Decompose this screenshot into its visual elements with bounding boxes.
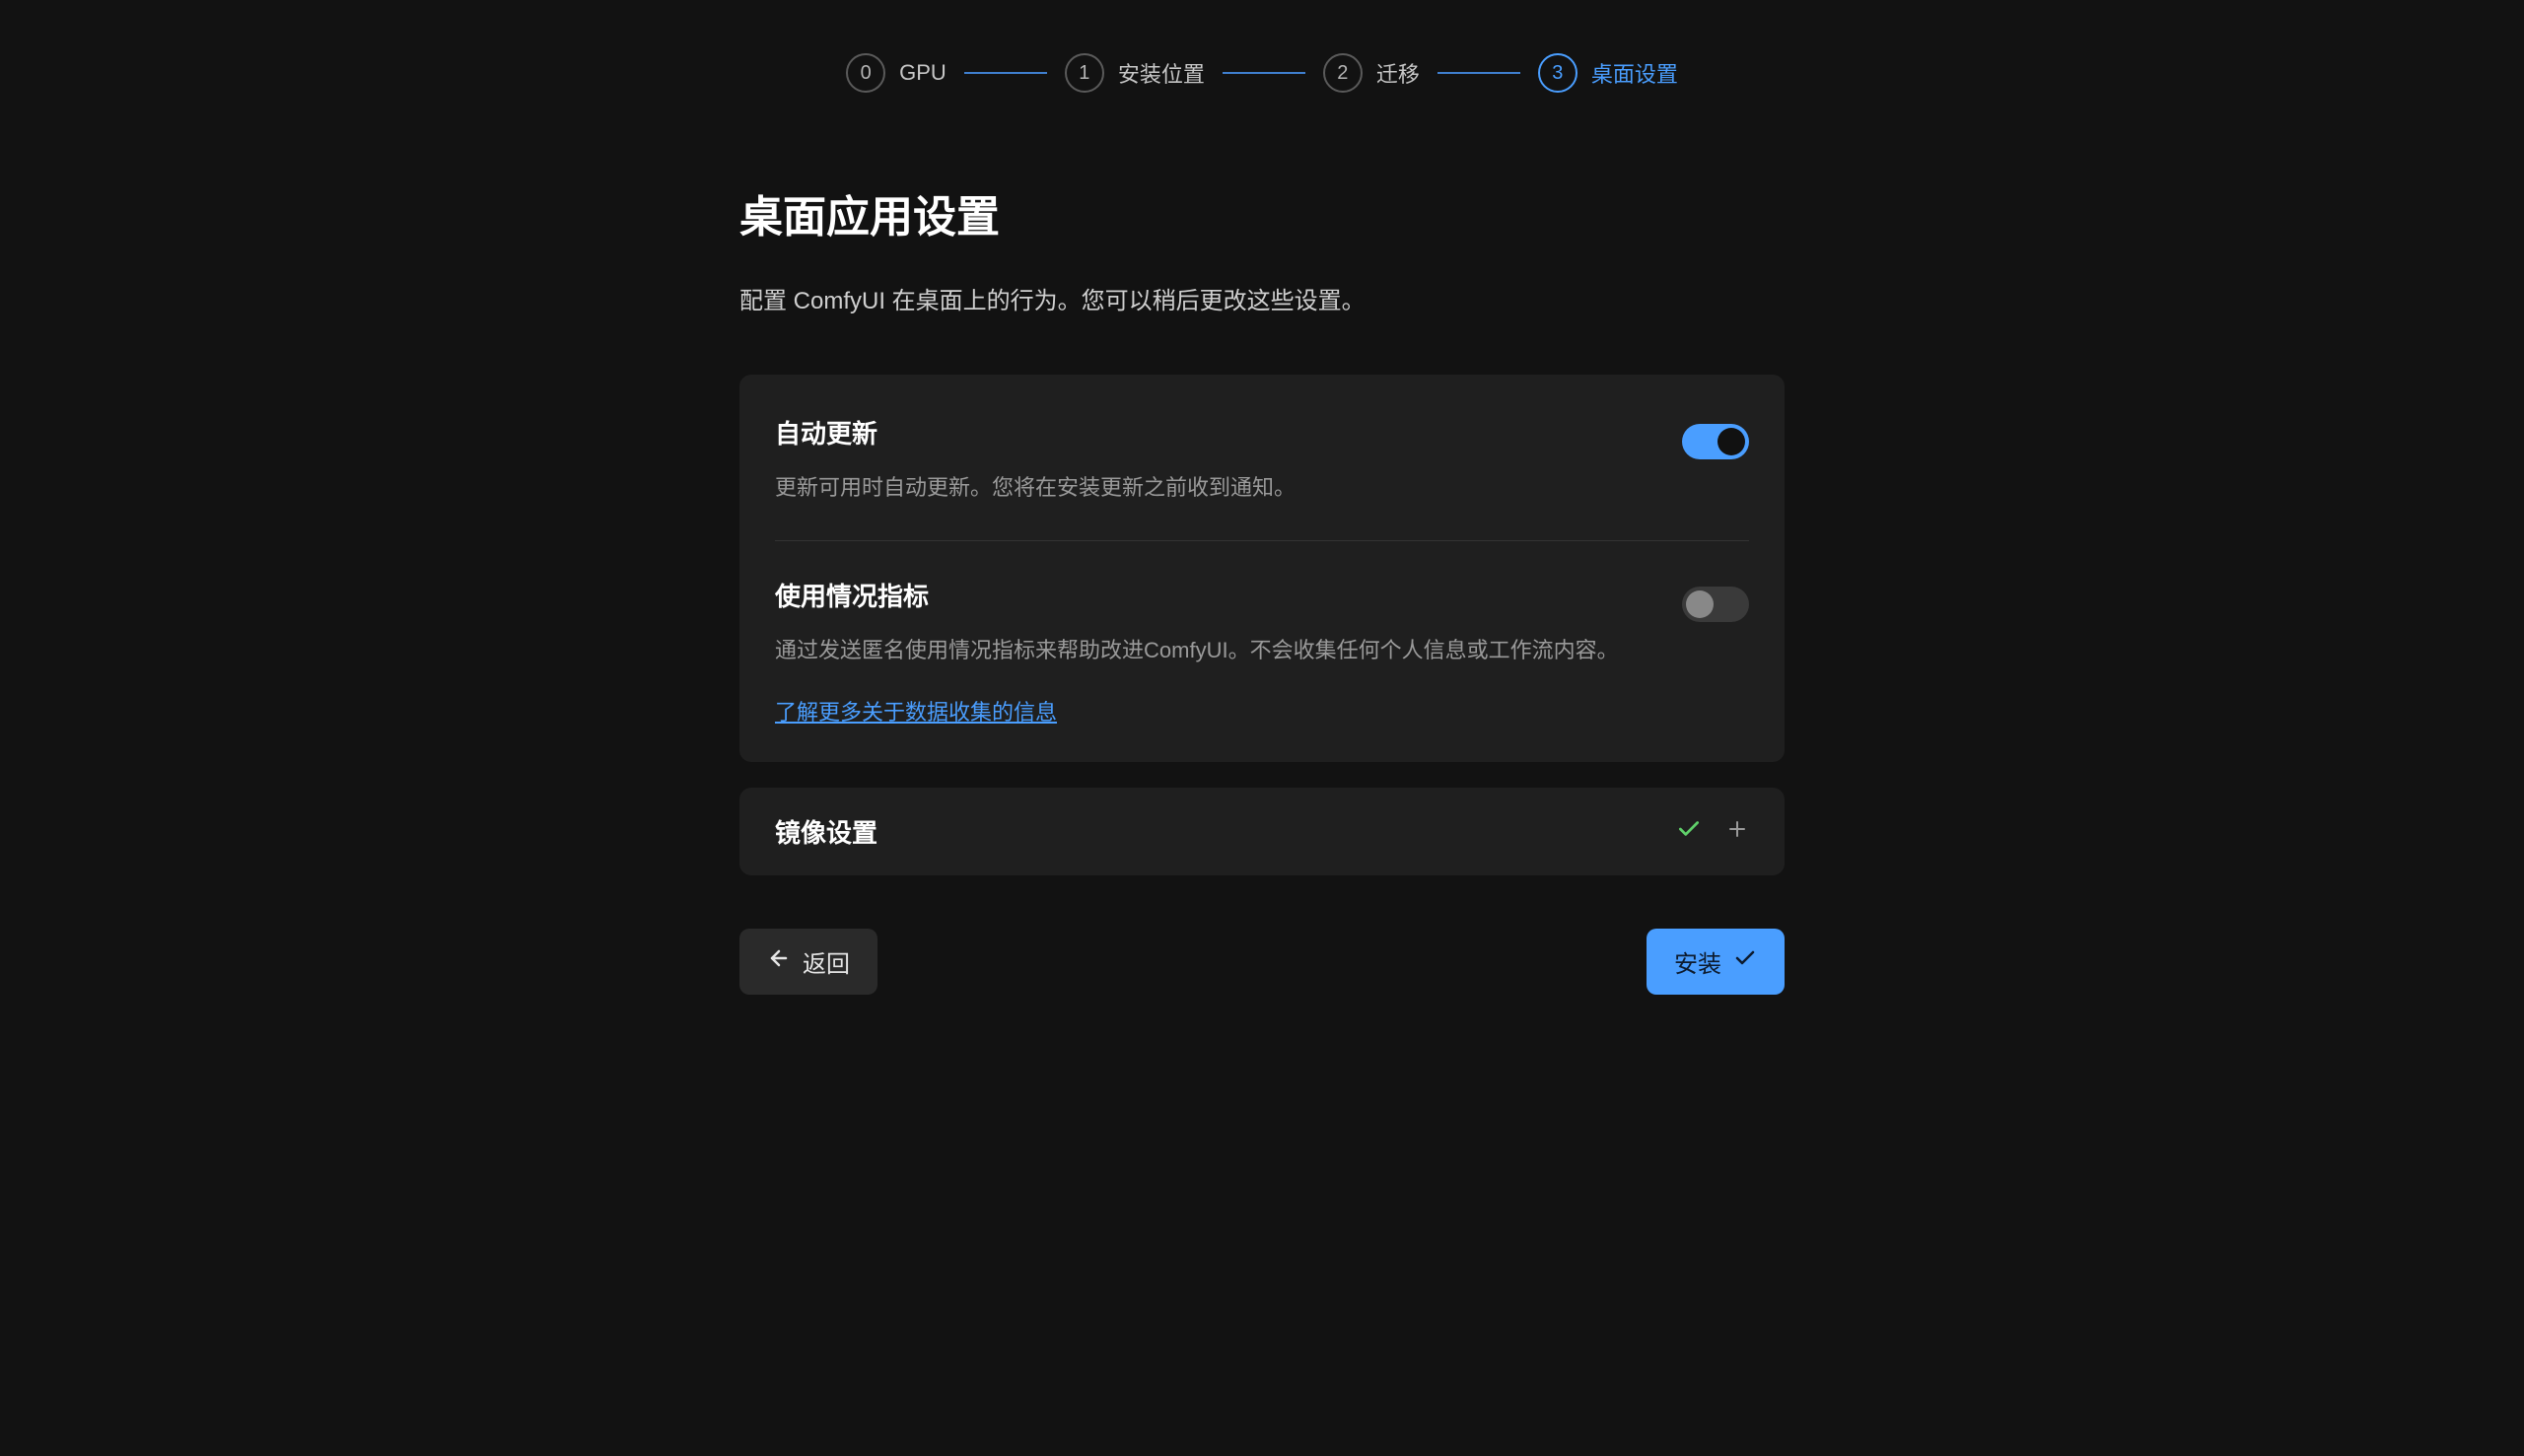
step-gpu[interactable]: 0 GPU xyxy=(846,53,946,93)
stepper: 0 GPU 1 安装位置 2 迁移 3 桌面设置 xyxy=(846,53,1678,93)
toggle-knob xyxy=(1686,590,1714,618)
step-connector xyxy=(1437,72,1520,74)
setting-title: 自动更新 xyxy=(775,414,1652,451)
check-icon xyxy=(1676,816,1702,847)
setting-description: 通过发送匿名使用情况指标来帮助改进ComfyUI。不会收集任何个人信息或工作流内… xyxy=(775,633,1652,667)
step-desktop-settings[interactable]: 3 桌面设置 xyxy=(1538,53,1678,93)
back-button[interactable]: 返回 xyxy=(739,929,877,995)
page-description: 配置 ComfyUI 在桌面上的行为。您可以稍后更改这些设置。 xyxy=(739,284,1785,319)
accordion-title: 镜像设置 xyxy=(775,813,877,850)
accordion-icons xyxy=(1676,816,1749,847)
step-number: 1 xyxy=(1065,53,1104,93)
step-number: 2 xyxy=(1323,53,1363,93)
setting-auto-update: 自动更新 更新可用时自动更新。您将在安装更新之前收到通知。 xyxy=(775,414,1749,505)
back-button-label: 返回 xyxy=(803,944,850,979)
install-button-label: 安装 xyxy=(1674,944,1721,979)
setting-title: 使用情况指标 xyxy=(775,577,1652,613)
auto-update-toggle[interactable] xyxy=(1682,424,1749,459)
main-panel: 桌面应用设置 配置 ComfyUI 在桌面上的行为。您可以稍后更改这些设置。 自… xyxy=(739,181,1785,995)
setting-text: 使用情况指标 通过发送匿名使用情况指标来帮助改进ComfyUI。不会收集任何个人… xyxy=(775,577,1652,727)
setting-description: 更新可用时自动更新。您将在安装更新之前收到通知。 xyxy=(775,470,1652,505)
setting-usage-metrics: 使用情况指标 通过发送匿名使用情况指标来帮助改进ComfyUI。不会收集任何个人… xyxy=(775,577,1749,727)
usage-metrics-toggle[interactable] xyxy=(1682,587,1749,622)
step-label: 安装位置 xyxy=(1118,57,1205,89)
footer-buttons: 返回 安装 xyxy=(739,929,1785,995)
page-title: 桌面应用设置 xyxy=(739,181,1785,244)
step-number: 0 xyxy=(846,53,885,93)
step-connector xyxy=(1223,72,1305,74)
setup-wizard: 0 GPU 1 安装位置 2 迁移 3 桌面设置 桌面应用设置 配置 Comfy… xyxy=(0,0,2524,995)
mirror-settings-accordion[interactable]: 镜像设置 xyxy=(739,788,1785,875)
step-label: GPU xyxy=(899,60,946,86)
step-migration[interactable]: 2 迁移 xyxy=(1323,53,1420,93)
divider xyxy=(775,540,1749,541)
setting-text: 自动更新 更新可用时自动更新。您将在安装更新之前收到通知。 xyxy=(775,414,1652,505)
step-connector xyxy=(964,72,1047,74)
step-label: 桌面设置 xyxy=(1591,57,1678,89)
step-install-location[interactable]: 1 安装位置 xyxy=(1065,53,1205,93)
check-icon xyxy=(1733,946,1757,977)
arrow-left-icon xyxy=(767,946,791,977)
install-button[interactable]: 安装 xyxy=(1647,929,1785,995)
toggle-knob xyxy=(1718,428,1745,455)
learn-more-link[interactable]: 了解更多关于数据收集的信息 xyxy=(775,695,1057,727)
settings-card: 自动更新 更新可用时自动更新。您将在安装更新之前收到通知。 使用情况指标 通过发… xyxy=(739,375,1785,762)
step-number: 3 xyxy=(1538,53,1578,93)
plus-icon[interactable] xyxy=(1725,817,1749,846)
step-label: 迁移 xyxy=(1376,57,1420,89)
